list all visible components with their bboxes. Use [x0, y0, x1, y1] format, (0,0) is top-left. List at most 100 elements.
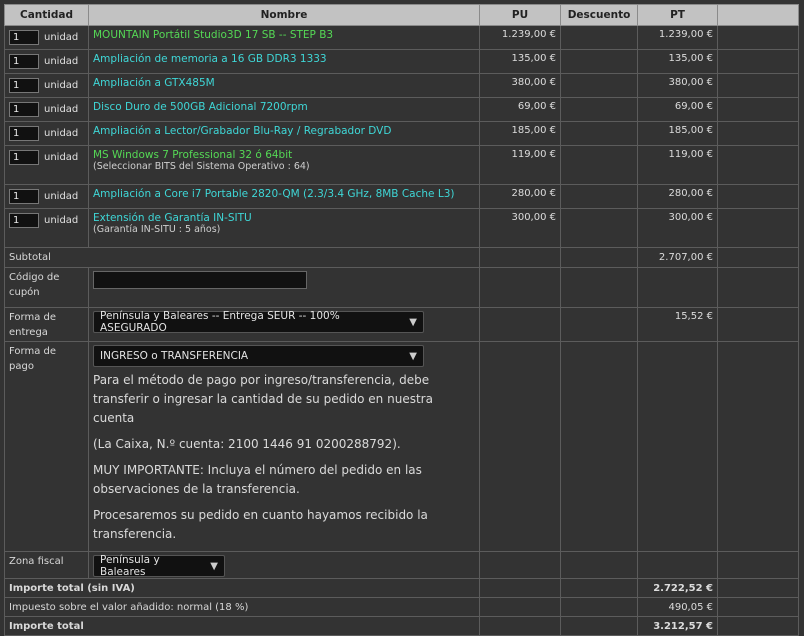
tax-zone-selected: Península y Baleares — [100, 554, 160, 578]
unit-label: unidad — [44, 152, 79, 163]
discount-cell — [560, 73, 638, 98]
product-name-link[interactable]: Ampliación de memoria a 16 GB DDR3 1333 — [93, 53, 475, 65]
table-row: unidad MOUNTAIN Portátil Studio3D 17 SB -… — [4, 25, 799, 50]
discount-cell — [560, 121, 638, 146]
quantity-input[interactable] — [9, 78, 39, 93]
product-name-link[interactable]: MOUNTAIN Portátil Studio3D 17 SB -- STEP… — [93, 29, 475, 41]
subtotal-value: 2.707,00 € — [637, 247, 718, 268]
discount-cell — [560, 208, 638, 248]
delivery-selected: Península y Baleares -- Entrega SEUR -- … — [100, 310, 340, 334]
total-price: 185,00 € — [637, 121, 718, 146]
payment-important-note: MUY IMPORTANTE: Incluya el número del pe… — [93, 463, 422, 496]
product-name-link[interactable]: Ampliación a Lector/Grabador Blu-Ray / R… — [93, 125, 475, 137]
header-quantity: Cantidad — [4, 4, 89, 26]
items-body: unidad MOUNTAIN Portátil Studio3D 17 SB -… — [4, 25, 799, 248]
empty-cell — [717, 208, 799, 248]
cart-table: Cantidad Nombre PU Descuento PT unidad MO… — [4, 4, 799, 636]
unit-label: unidad — [44, 80, 79, 91]
discount-cell — [560, 49, 638, 74]
quantity-input[interactable] — [9, 189, 39, 204]
total-no-vat-label: Importe total (sin IVA) — [4, 578, 480, 598]
vat-row: Impuesto sobre el valor añadido: normal … — [4, 597, 799, 617]
vat-label: Impuesto sobre el valor añadido: normal … — [4, 597, 480, 617]
total-price: 135,00 € — [637, 49, 718, 74]
total-price: 300,00 € — [637, 208, 718, 248]
coupon-row: Código de cupón — [4, 267, 799, 308]
subtotal-label: Subtotal — [4, 247, 480, 268]
product-name-link[interactable]: Disco Duro de 500GB Adicional 7200rpm — [93, 101, 475, 113]
discount-cell — [560, 97, 638, 122]
unit-price: 69,00 € — [479, 97, 561, 122]
total-price: 119,00 € — [637, 145, 718, 185]
discount-cell — [560, 184, 638, 209]
unit-price: 135,00 € — [479, 49, 561, 74]
unit-price: 300,00 € — [479, 208, 561, 248]
header-discount: Descuento — [560, 4, 638, 26]
unit-label: unidad — [44, 128, 79, 139]
payment-selected: INGRESO o TRANSFERENCIA — [100, 350, 249, 362]
product-option-note: (Seleccionar BITS del Sistema Operativo … — [93, 161, 310, 172]
payment-instructions: Para el método de pago por ingreso/trans… — [93, 373, 433, 425]
total-price: 380,00 € — [637, 73, 718, 98]
total-price: 69,00 € — [637, 97, 718, 122]
unit-label: unidad — [44, 215, 79, 226]
unit-price: 185,00 € — [479, 121, 561, 146]
payment-account: (La Caixa, N.º cuenta: 2100 1446 91 0200… — [93, 437, 401, 451]
grand-total-value: 3.212,57 € — [637, 616, 718, 636]
table-row: unidad Ampliación de memoria a 16 GB DDR3… — [4, 49, 799, 74]
discount-cell — [560, 145, 638, 185]
total-no-vat-row: Importe total (sin IVA) 2.722,52 € — [4, 578, 799, 598]
payment-label: Forma de pago — [4, 341, 89, 552]
subtotal-row: Subtotal 2.707,00 € — [4, 247, 799, 268]
unit-price: 1.239,00 € — [479, 25, 561, 50]
grand-total-label: Importe total — [4, 616, 480, 636]
header-total-price: PT — [637, 4, 718, 26]
coupon-label: Código de cupón — [4, 267, 89, 308]
empty-cell — [717, 121, 799, 146]
empty-cell — [717, 49, 799, 74]
delivery-row: Forma de entrega Península y Baleares --… — [4, 307, 799, 342]
quantity-input[interactable] — [9, 30, 39, 45]
header-name: Nombre — [88, 4, 480, 26]
triangle-down-icon: ▼ — [409, 316, 417, 328]
empty-cell — [717, 145, 799, 185]
table-row: unidad Extensión de Garantía IN-SITU(Gara… — [4, 208, 799, 248]
product-name-link[interactable]: Ampliación a Core i7 Portable 2820-QM (2… — [93, 188, 475, 200]
vat-value: 490,05 € — [637, 597, 718, 617]
product-name-link[interactable]: MS Windows 7 Professional 32 ó 64bit — [93, 149, 475, 161]
delivery-label: Forma de entrega — [4, 307, 89, 342]
grand-total-row: Importe total 3.212,57 € — [4, 616, 799, 636]
total-price: 280,00 € — [637, 184, 718, 209]
quantity-input[interactable] — [9, 54, 39, 69]
unit-label: unidad — [44, 32, 79, 43]
table-row: unidad Ampliación a Core i7 Portable 2820… — [4, 184, 799, 209]
product-name-link[interactable]: Ampliación a GTX485M — [93, 77, 475, 89]
tax-zone-row: Zona fiscal Península y Baleares ▼ — [4, 551, 799, 579]
payment-select[interactable]: INGRESO o TRANSFERENCIA ▼ — [93, 345, 424, 367]
table-row: unidad Ampliación a Lector/Grabador Blu-R… — [4, 121, 799, 146]
total-no-vat-value: 2.722,52 € — [637, 578, 718, 598]
quantity-input[interactable] — [9, 102, 39, 117]
unit-label: unidad — [44, 191, 79, 202]
payment-processing-note: Procesaremos su pedido en cuanto hayamos… — [93, 508, 428, 541]
header-row: Cantidad Nombre PU Descuento PT — [4, 4, 799, 26]
triangle-down-icon: ▼ — [409, 350, 417, 362]
quantity-input[interactable] — [9, 126, 39, 141]
tax-zone-select[interactable]: Península y Baleares ▼ — [93, 554, 225, 578]
coupon-input[interactable] — [93, 271, 307, 289]
delivery-select[interactable]: Península y Baleares -- Entrega SEUR -- … — [93, 310, 424, 334]
quantity-input[interactable] — [9, 150, 39, 165]
empty-cell — [717, 73, 799, 98]
quantity-input[interactable] — [9, 213, 39, 228]
product-name-link[interactable]: Extensión de Garantía IN-SITU — [93, 212, 475, 224]
discount-cell — [560, 25, 638, 50]
table-row: unidad Ampliación a GTX485M 380,00 € 380,00… — [4, 73, 799, 98]
header-unit-price: PU — [479, 4, 561, 26]
table-row: unidad Disco Duro de 500GB Adicional 7200… — [4, 97, 799, 122]
total-price: 1.239,00 € — [637, 25, 718, 50]
unit-label: unidad — [44, 56, 79, 67]
empty-cell — [717, 97, 799, 122]
unit-price: 380,00 € — [479, 73, 561, 98]
triangle-down-icon: ▼ — [210, 560, 218, 572]
product-option-note: (Garantía IN-SITU : 5 años) — [93, 224, 221, 235]
